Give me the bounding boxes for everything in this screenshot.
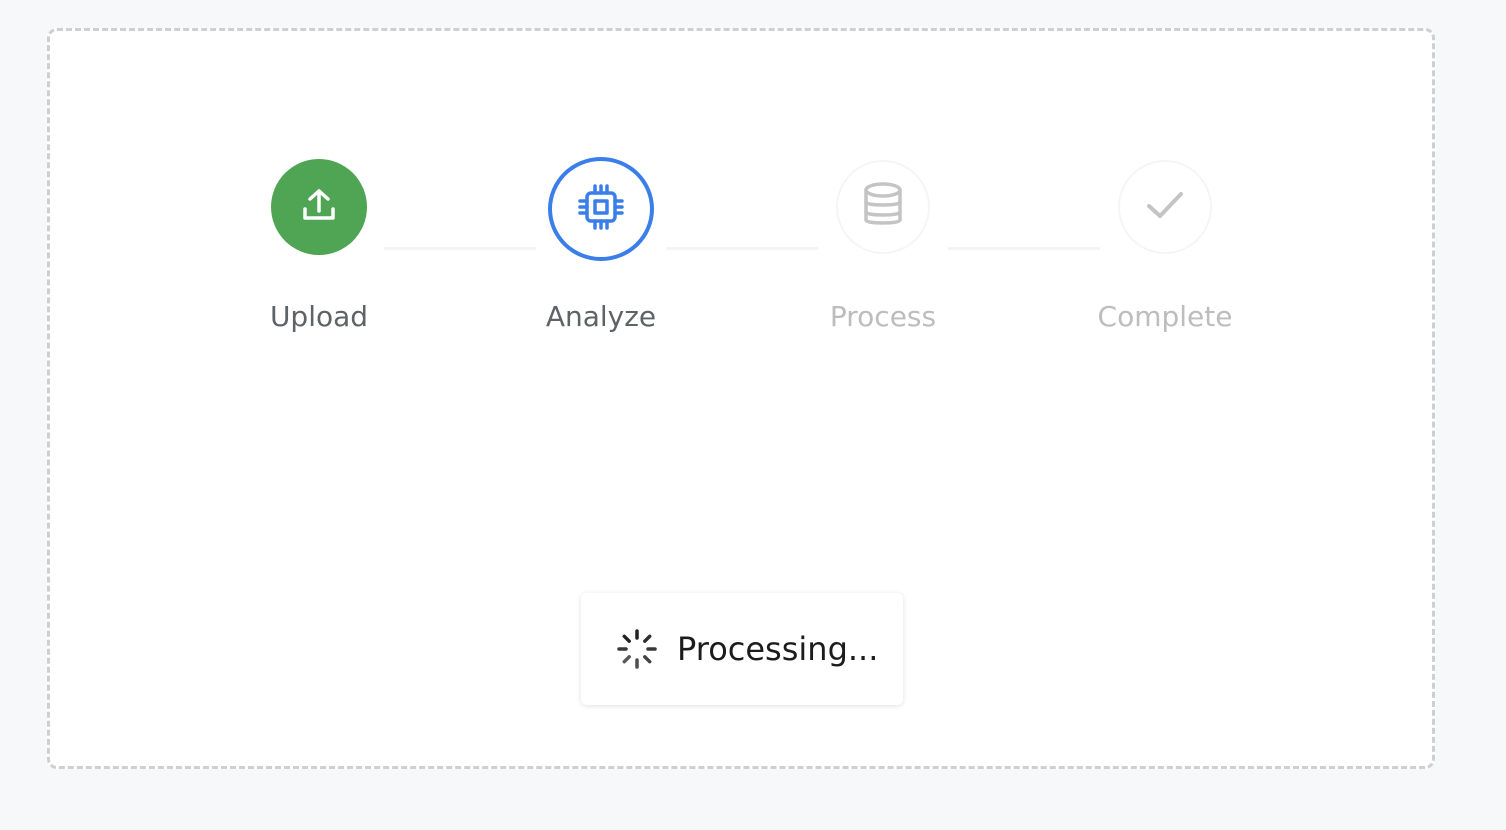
database-icon <box>860 180 906 234</box>
step-label-process: Process <box>829 300 937 333</box>
step-label-upload: Upload <box>269 300 369 333</box>
upload-icon <box>297 183 341 231</box>
spinner-icon <box>615 627 659 671</box>
step-connector <box>948 247 1100 250</box>
check-icon <box>1143 183 1187 231</box>
step-label-analyze: Analyze <box>545 300 657 333</box>
status-text: Processing... <box>677 630 879 668</box>
processing-status-card: Processing... <box>581 593 903 705</box>
step-complete <box>1118 160 1212 254</box>
step-process <box>836 160 930 254</box>
step-upload <box>271 159 367 255</box>
step-analyze <box>548 157 654 261</box>
step-connector <box>384 247 536 250</box>
cpu-icon <box>573 179 629 239</box>
step-label-complete: Complete <box>1097 300 1233 333</box>
step-connector <box>666 247 818 250</box>
